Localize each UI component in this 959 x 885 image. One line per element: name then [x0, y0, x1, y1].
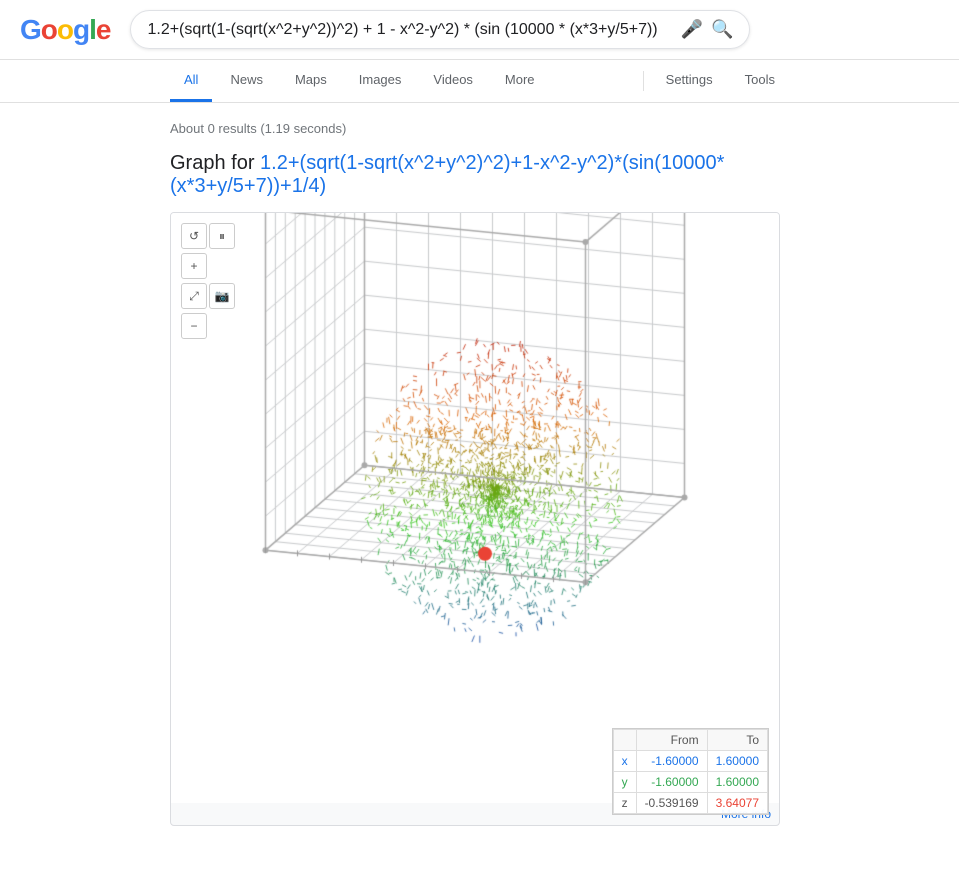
search-input[interactable] [147, 21, 672, 39]
search-button[interactable]: 🔍 [711, 19, 733, 40]
results-count: About 0 results (1.19 seconds) [170, 113, 789, 152]
results-section: About 0 results (1.19 seconds) Graph for… [0, 103, 959, 836]
zoom-in-button[interactable]: + [181, 253, 207, 279]
nav-item-videos[interactable]: Videos [419, 60, 487, 102]
ctrl-row-zoom-out: − [181, 313, 235, 339]
nav-bar: All News Maps Images Videos More Setting… [0, 60, 959, 103]
zoom-out-button[interactable]: − [181, 313, 207, 339]
rotate-button[interactable]: ↺ [181, 223, 207, 249]
range-var-x: x [613, 751, 636, 772]
nav-item-more[interactable]: More [491, 60, 549, 102]
range-row-y: y -1.60000 1.60000 [613, 772, 767, 793]
ctrl-row-top: ↺ ⏸ [181, 223, 235, 249]
range-from-x: -1.60000 [636, 751, 707, 772]
range-row-x: x -1.60000 1.60000 [613, 751, 767, 772]
graph-title: Graph for 1.2+(sqrt(1-sqrt(x^2+y^2)^2)+1… [170, 152, 789, 198]
graph-controls: ↺ ⏸ + ⤢ 📷 − [181, 223, 235, 339]
graph-prefix: Graph for [170, 152, 260, 174]
ctrl-row-fit: ⤢ 📷 [181, 283, 235, 309]
range-to-z: 3.64077 [707, 793, 767, 814]
ctrl-row-zoom-in: + [181, 253, 235, 279]
nav-item-news[interactable]: News [216, 60, 277, 102]
range-row-z: z -0.539169 3.64077 [613, 793, 767, 814]
range-from-y: -1.60000 [636, 772, 707, 793]
range-table: From To x -1.60000 1.60000 y -1.60000 1.… [612, 728, 769, 815]
camera-button[interactable]: 📷 [209, 283, 235, 309]
graph-container: ↺ ⏸ + ⤢ 📷 − From [170, 212, 780, 826]
search-bar: 🎤 🔍 [130, 10, 750, 49]
google-logo[interactable]: Google [20, 14, 110, 46]
fit-button[interactable]: ⤢ [181, 283, 207, 309]
pause-button[interactable]: ⏸ [209, 223, 235, 249]
3d-graph[interactable] [171, 213, 779, 803]
nav-divider [643, 71, 644, 91]
range-from-z: -0.539169 [636, 793, 707, 814]
range-header-to: To [707, 730, 767, 751]
range-to-x: 1.60000 [707, 751, 767, 772]
range-var-z: z [613, 793, 636, 814]
nav-item-all[interactable]: All [170, 60, 212, 102]
nav-item-maps[interactable]: Maps [281, 60, 341, 102]
nav-item-settings[interactable]: Settings [652, 60, 727, 102]
nav-item-tools[interactable]: Tools [731, 60, 789, 102]
header: Google 🎤 🔍 [0, 0, 959, 60]
nav-item-images[interactable]: Images [345, 60, 416, 102]
range-to-y: 1.60000 [707, 772, 767, 793]
microphone-icon[interactable]: 🎤 [681, 19, 703, 40]
range-header-var [613, 730, 636, 751]
range-var-y: y [613, 772, 636, 793]
range-header-from: From [636, 730, 707, 751]
graph-canvas[interactable] [171, 213, 779, 803]
nav-right: Settings Tools [639, 60, 789, 102]
